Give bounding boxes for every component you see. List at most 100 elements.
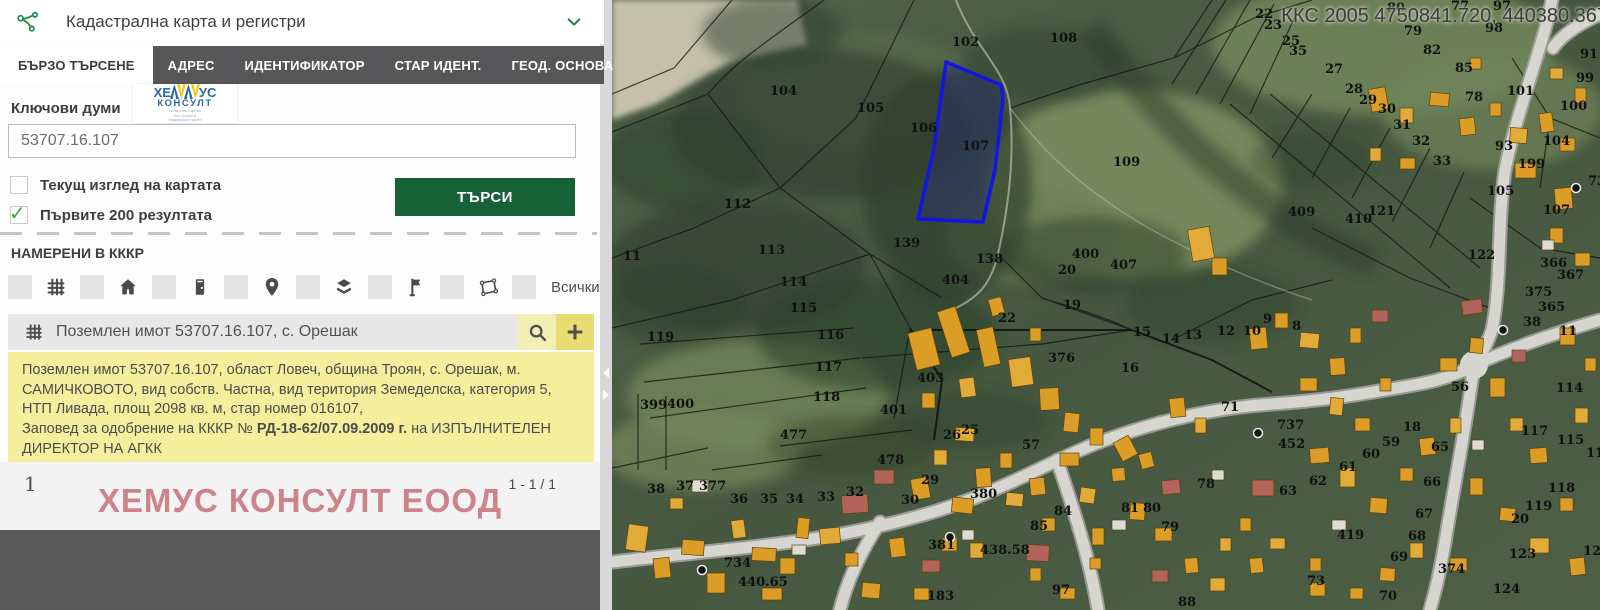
parcel-label: 8 [1292,319,1301,334]
building-footprint [1400,468,1413,481]
parcel-label: 107 [962,139,989,154]
parcel-label: 35 [760,492,778,507]
building-footprint [1060,453,1079,466]
search-button[interactable]: ТЪРСИ [395,178,575,216]
parcel-label: 124 [1493,582,1520,597]
building-footprint [780,558,795,574]
building-footprint [1461,299,1483,316]
logo-peak-icon [184,84,193,99]
building-footprint [1569,557,1586,575]
parcel-label: 81 [1121,501,1139,516]
parcel-label: 97 [1052,583,1070,598]
parcel-label: 36 [730,492,748,507]
parcel-label: 91 [1580,47,1598,62]
parcel-label: 70 [1379,589,1397,604]
parcel-label: 23 [1264,18,1282,33]
parcel-label: 115 [1557,433,1584,448]
zoom-to-result-button[interactable] [518,314,556,350]
parcel-label: 59 [1382,435,1400,450]
parcel-label: 106 [910,121,937,136]
parcel-label: 38 [647,482,665,497]
first200-label: Първите 200 резултата [40,207,212,224]
map-viewport[interactable]: 1021081041051061071091121131141391384044… [612,0,1600,610]
building-footprint [1220,538,1231,551]
parcel-label: 85 [1030,519,1048,534]
first200-row: ✓ Първите 200 резултата [10,206,212,224]
add-result-button[interactable] [556,314,594,350]
parcel-label: 108 [1050,31,1077,46]
panel-collapse-gutter[interactable] [600,0,612,610]
found-section-title: НАМЕРЕНИ В КККР [11,245,144,261]
building-footprint [1542,240,1554,250]
building-footprint [1539,112,1555,133]
all-filter-label: Всички [551,279,600,296]
filter-checkbox[interactable] [296,275,320,299]
parcel-label: 85 [1455,61,1473,76]
pagination-strip [0,462,600,530]
first200-checkbox[interactable]: ✓ [10,206,28,224]
building-footprint [922,560,940,572]
tab-geod-basis[interactable]: ГЕОД. ОСНОВА [496,46,628,84]
building-footprint [1195,418,1206,433]
parcel-label: 138 [976,252,1003,267]
parcel-label: 734 [724,556,751,571]
magnifier-icon [527,322,548,343]
building-footprint [625,524,648,553]
survey-point [698,566,707,575]
parcel-label: 109 [1113,155,1140,170]
parcel-label: 121 [1583,544,1600,559]
filter-checkbox[interactable] [80,275,104,299]
parcel-label: 35 [1289,44,1307,59]
panel-header: Кадастрална карта и регистри [0,0,604,44]
map-canvas[interactable]: 1021081041051061071091121131141391384044… [612,0,1600,610]
parcel-label: 114 [1556,381,1583,396]
parcel-label: 116 [817,328,844,343]
parcel-label: 38 [1523,315,1541,330]
current-view-checkbox[interactable] [10,176,28,194]
logo-tagline: експертни оценкиеко проектинедвижими имо… [168,109,201,123]
parcel-label: 29 [1359,93,1377,108]
building-footprint [1092,528,1104,545]
parcel-label: 399 [640,398,667,413]
parcel-label: 419 [1337,528,1364,543]
parcel-label: 62 [1309,474,1327,489]
chevron-down-icon[interactable] [566,14,582,30]
filter-checkbox[interactable] [8,275,32,299]
building-footprint [1459,117,1476,135]
tab-old-ident[interactable]: СТАР ИДЕНТ. [380,46,497,84]
filter-checkbox-all[interactable] [512,275,536,299]
expand-right-icon[interactable] [603,390,609,400]
parcel-label: 32 [1412,134,1430,149]
parcel-label: 101 [1507,84,1534,99]
building-footprint [1184,557,1198,573]
page-number[interactable]: 1 [24,472,37,496]
result-row[interactable]: Поземлен имот 53707.16.107, с. Орешак [8,314,594,350]
building-footprint [1111,467,1125,481]
filter-checkbox[interactable] [152,275,176,299]
building-footprint [975,467,991,487]
parcel-label: 403 [917,371,944,386]
parcel-label: 478 [877,453,904,468]
parcel-label: 407 [1110,258,1137,273]
parcel-label: 401 [880,403,907,418]
object-type-filters: Всички [8,272,600,302]
parcel-label: 15 [1133,325,1151,340]
tab-address[interactable]: АДРЕС [153,46,230,84]
parcel-label: 107 [1543,203,1570,218]
collapse-left-icon[interactable] [603,368,609,378]
keywords-input[interactable] [8,124,576,158]
building-footprint [752,547,777,561]
building-footprint [1529,447,1547,463]
search-tabs: БЪРЗО ТЪРСЕНЕАДРЕСИДЕНТИФИКАТОРСТАР ИДЕН… [0,46,604,84]
filter-checkbox[interactable] [368,275,392,299]
tab-identifier[interactable]: ИДЕНТИФИКАТОР [230,46,380,84]
building-footprint [1350,328,1361,343]
parcel-label: 80 [1143,501,1161,516]
filter-checkbox[interactable] [224,275,248,299]
building-footprint [819,527,840,545]
parcel-label: 32 [846,485,864,500]
tab-quick-search[interactable]: БЪРЗО ТЪРСЕНЕ [0,46,153,84]
parcel-label: 365 [1538,300,1565,315]
filter-checkbox[interactable] [440,275,464,299]
building-footprint [874,470,894,484]
